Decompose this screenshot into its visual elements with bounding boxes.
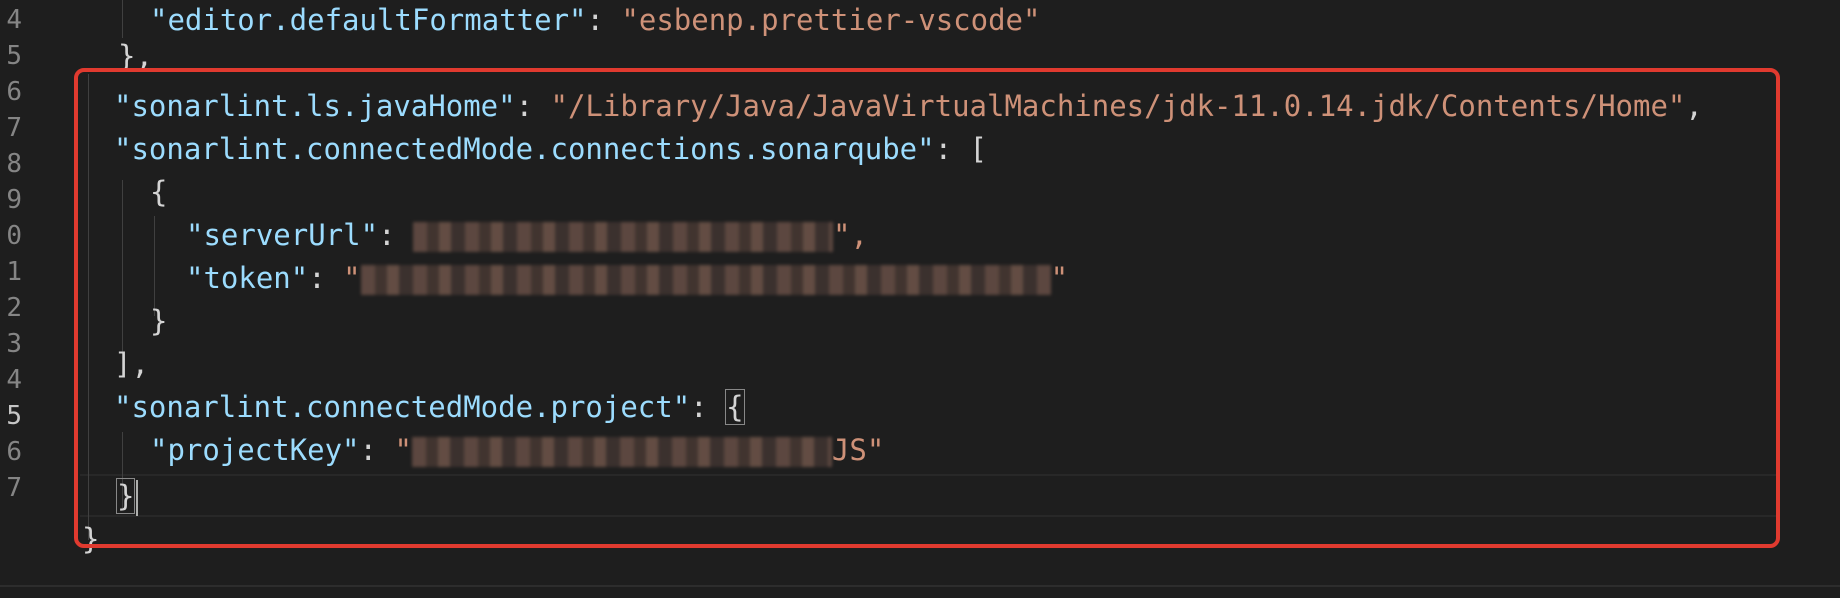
panel-divider bbox=[0, 585, 1840, 587]
red-highlight-annotation bbox=[74, 68, 1780, 548]
json-string: "esbenp.prettier-vscode" bbox=[621, 3, 1041, 37]
json-key: "editor.defaultFormatter" bbox=[150, 3, 587, 37]
json-colon: : bbox=[586, 3, 622, 37]
code-editor[interactable]: 4 5 6 7 8 9 0 1 2 3 4 5 6 7 "editor.defa… bbox=[0, 0, 1840, 598]
code-line: "editor.defaultFormatter": "esbenp.prett… bbox=[150, 0, 1040, 42]
